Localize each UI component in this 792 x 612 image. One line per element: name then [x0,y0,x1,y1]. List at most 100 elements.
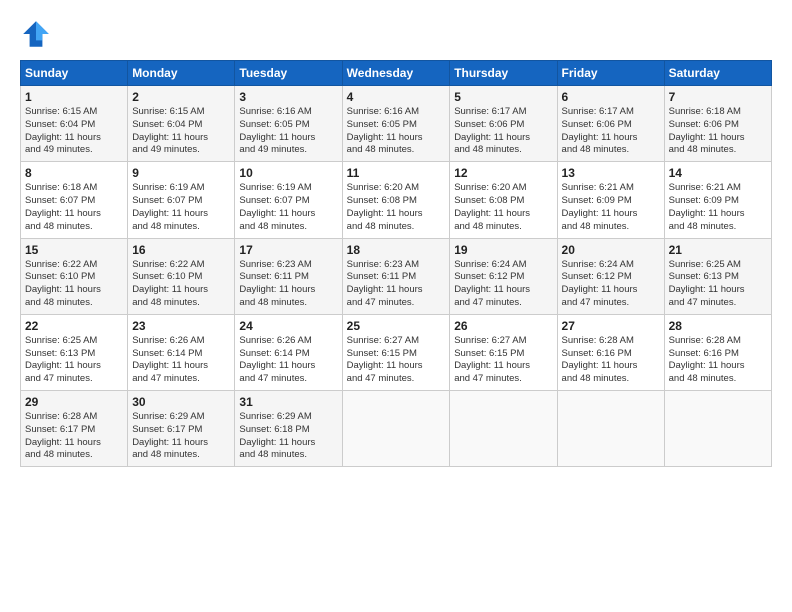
day-number: 2 [132,90,230,104]
day-number: 13 [562,166,660,180]
calendar-day-cell: 2 Sunrise: 6:15 AM Sunset: 6:04 PM Daylig… [128,86,235,162]
day-info: Sunrise: 6:20 AM Sunset: 6:08 PM Dayligh… [347,182,446,233]
day-number: 14 [669,166,767,180]
calendar-week-row: 29Sunrise: 6:28 AM Sunset: 6:17 PM Dayli… [21,391,772,467]
calendar-day-cell: 21Sunrise: 6:25 AM Sunset: 6:13 PM Dayli… [664,238,771,314]
calendar-day-cell: 7 Sunrise: 6:18 AM Sunset: 6:06 PM Daylig… [664,86,771,162]
calendar-day-cell: 6Sunrise: 6:17 AM Sunset: 6:06 PM Daylig… [557,86,664,162]
calendar-day-cell: 22 Sunrise: 6:25 AM Sunset: 6:13 PM Dayli… [21,314,128,390]
calendar-day-cell: 18 Sunrise: 6:23 AM Sunset: 6:11 PM Dayli… [342,238,450,314]
calendar-day-cell: 9 Sunrise: 6:19 AM Sunset: 6:07 PM Daylig… [128,162,235,238]
day-number: 7 [669,90,767,104]
calendar-table: SundayMondayTuesdayWednesdayThursdayFrid… [20,60,772,467]
day-info: Sunrise: 6:27 AM Sunset: 6:15 PM Dayligh… [454,335,552,386]
day-info: Sunrise: 6:19 AM Sunset: 6:07 PM Dayligh… [239,182,337,233]
day-number: 3 [239,90,337,104]
day-number: 28 [669,319,767,333]
day-info: Sunrise: 6:22 AM Sunset: 6:10 PM Dayligh… [132,259,230,310]
calendar-day-cell: 16 Sunrise: 6:22 AM Sunset: 6:10 PM Dayli… [128,238,235,314]
day-info: Sunrise: 6:22 AM Sunset: 6:10 PM Dayligh… [25,259,123,310]
calendar-day-cell: 25 Sunrise: 6:27 AM Sunset: 6:15 PM Dayli… [342,314,450,390]
day-number: 31 [239,395,337,409]
day-info: Sunrise: 6:28 AM Sunset: 6:17 PM Dayligh… [25,411,123,462]
calendar-day-cell: 29Sunrise: 6:28 AM Sunset: 6:17 PM Dayli… [21,391,128,467]
day-of-week-header: Wednesday [342,61,450,86]
calendar-day-cell: 26 Sunrise: 6:27 AM Sunset: 6:15 PM Dayli… [450,314,557,390]
calendar-day-cell: 13 Sunrise: 6:21 AM Sunset: 6:09 PM Dayli… [557,162,664,238]
day-of-week-header: Tuesday [235,61,342,86]
day-of-week-header: Thursday [450,61,557,86]
calendar-day-cell: 17Sunrise: 6:23 AM Sunset: 6:11 PM Dayli… [235,238,342,314]
calendar-day-cell: 15Sunrise: 6:22 AM Sunset: 6:10 PM Dayli… [21,238,128,314]
day-of-week-header: Friday [557,61,664,86]
day-number: 10 [239,166,337,180]
calendar-day-cell: 27 Sunrise: 6:28 AM Sunset: 6:16 PM Dayli… [557,314,664,390]
calendar-day-cell: 30 Sunrise: 6:29 AM Sunset: 6:17 PM Dayli… [128,391,235,467]
day-info: Sunrise: 6:24 AM Sunset: 6:12 PM Dayligh… [454,259,552,310]
calendar-header-row: SundayMondayTuesdayWednesdayThursdayFrid… [21,61,772,86]
day-of-week-header: Saturday [664,61,771,86]
day-number: 21 [669,243,767,257]
calendar-week-row: 8 Sunrise: 6:18 AM Sunset: 6:07 PM Daylig… [21,162,772,238]
day-info: Sunrise: 6:21 AM Sunset: 6:09 PM Dayligh… [669,182,767,233]
day-info: Sunrise: 6:23 AM Sunset: 6:11 PM Dayligh… [347,259,446,310]
calendar-day-cell: 19 Sunrise: 6:24 AM Sunset: 6:12 PM Dayli… [450,238,557,314]
calendar-day-cell: 10 Sunrise: 6:19 AM Sunset: 6:07 PM Dayli… [235,162,342,238]
day-info: Sunrise: 6:15 AM Sunset: 6:04 PM Dayligh… [25,106,123,157]
calendar-week-row: 22 Sunrise: 6:25 AM Sunset: 6:13 PM Dayli… [21,314,772,390]
day-number: 17 [239,243,337,257]
day-number: 19 [454,243,552,257]
day-info: Sunrise: 6:28 AM Sunset: 6:16 PM Dayligh… [562,335,660,386]
day-number: 9 [132,166,230,180]
calendar-day-cell: 24Sunrise: 6:26 AM Sunset: 6:14 PM Dayli… [235,314,342,390]
day-info: Sunrise: 6:25 AM Sunset: 6:13 PM Dayligh… [25,335,123,386]
logo-icon [20,18,52,50]
calendar-day-cell: 28 Sunrise: 6:28 AM Sunset: 6:16 PM Dayli… [664,314,771,390]
calendar-day-cell: 5 Sunrise: 6:17 AM Sunset: 6:06 PM Daylig… [450,86,557,162]
day-info: Sunrise: 6:18 AM Sunset: 6:07 PM Dayligh… [25,182,123,233]
calendar-day-cell: 4Sunrise: 6:16 AM Sunset: 6:05 PM Daylig… [342,86,450,162]
day-number: 8 [25,166,123,180]
day-info: Sunrise: 6:21 AM Sunset: 6:09 PM Dayligh… [562,182,660,233]
day-info: Sunrise: 6:26 AM Sunset: 6:14 PM Dayligh… [132,335,230,386]
day-of-week-header: Sunday [21,61,128,86]
calendar-day-cell: 1Sunrise: 6:15 AM Sunset: 6:04 PM Daylig… [21,86,128,162]
calendar-day-cell: 8 Sunrise: 6:18 AM Sunset: 6:07 PM Daylig… [21,162,128,238]
day-info: Sunrise: 6:29 AM Sunset: 6:18 PM Dayligh… [239,411,337,462]
day-number: 20 [562,243,660,257]
day-info: Sunrise: 6:27 AM Sunset: 6:15 PM Dayligh… [347,335,446,386]
calendar-day-cell: 3 Sunrise: 6:16 AM Sunset: 6:05 PM Daylig… [235,86,342,162]
day-info: Sunrise: 6:24 AM Sunset: 6:12 PM Dayligh… [562,259,660,310]
calendar-day-cell: 11Sunrise: 6:20 AM Sunset: 6:08 PM Dayli… [342,162,450,238]
day-info: Sunrise: 6:19 AM Sunset: 6:07 PM Dayligh… [132,182,230,233]
day-info: Sunrise: 6:15 AM Sunset: 6:04 PM Dayligh… [132,106,230,157]
day-number: 30 [132,395,230,409]
calendar-day-cell [450,391,557,467]
day-number: 27 [562,319,660,333]
day-of-week-header: Monday [128,61,235,86]
day-info: Sunrise: 6:16 AM Sunset: 6:05 PM Dayligh… [347,106,446,157]
calendar-week-row: 15Sunrise: 6:22 AM Sunset: 6:10 PM Dayli… [21,238,772,314]
day-info: Sunrise: 6:18 AM Sunset: 6:06 PM Dayligh… [669,106,767,157]
day-number: 18 [347,243,446,257]
day-number: 26 [454,319,552,333]
day-number: 25 [347,319,446,333]
day-number: 16 [132,243,230,257]
day-info: Sunrise: 6:16 AM Sunset: 6:05 PM Dayligh… [239,106,337,157]
day-info: Sunrise: 6:26 AM Sunset: 6:14 PM Dayligh… [239,335,337,386]
page-header [20,18,772,50]
day-number: 22 [25,319,123,333]
calendar-day-cell: 31 Sunrise: 6:29 AM Sunset: 6:18 PM Dayli… [235,391,342,467]
day-info: Sunrise: 6:28 AM Sunset: 6:16 PM Dayligh… [669,335,767,386]
day-number: 5 [454,90,552,104]
logo [20,18,58,50]
calendar-day-cell [342,391,450,467]
day-number: 12 [454,166,552,180]
calendar-day-cell [557,391,664,467]
calendar-day-cell [664,391,771,467]
day-number: 6 [562,90,660,104]
calendar-week-row: 1Sunrise: 6:15 AM Sunset: 6:04 PM Daylig… [21,86,772,162]
day-info: Sunrise: 6:20 AM Sunset: 6:08 PM Dayligh… [454,182,552,233]
day-info: Sunrise: 6:29 AM Sunset: 6:17 PM Dayligh… [132,411,230,462]
day-info: Sunrise: 6:17 AM Sunset: 6:06 PM Dayligh… [454,106,552,157]
